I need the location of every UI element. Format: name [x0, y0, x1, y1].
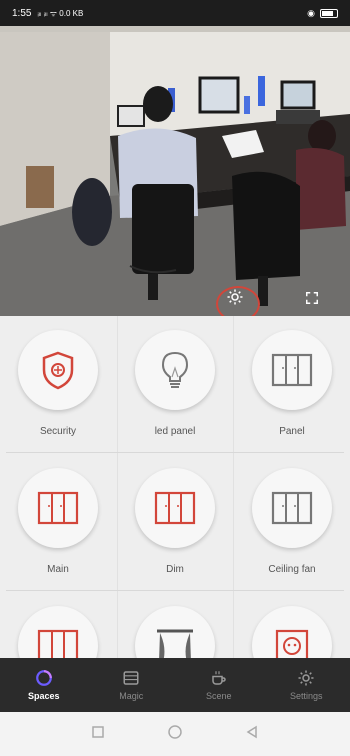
nav-label: Magic — [119, 691, 144, 701]
nav-scene[interactable]: Scene — [175, 658, 263, 712]
fullscreen-icon — [306, 292, 318, 304]
panel-icon — [271, 353, 313, 387]
device-tile-panel[interactable]: Panel — [234, 316, 350, 454]
status-bar: 1:55 ᵢₗₗ ᵢₗₗ ᯤ 0.0 KB ◉ — [0, 0, 350, 26]
device-grid: Security led panel Panel Main Dim Ceilin… — [0, 316, 350, 658]
gear-icon — [227, 289, 243, 305]
device-label: Panel — [279, 426, 305, 437]
device-tile-led-panel[interactable]: led panel — [117, 316, 233, 454]
device-tile-security[interactable]: Security — [0, 316, 116, 454]
nav-label: Settings — [289, 691, 323, 701]
device-tile-dim[interactable]: Dim — [117, 454, 233, 592]
curtain-icon — [157, 629, 193, 658]
nav-settings[interactable]: Settings — [263, 658, 350, 712]
recent-apps-button[interactable] — [91, 725, 105, 744]
status-signal: ᵢₗₗ ᵢₗₗ ᯤ 0.0 KB — [37, 8, 84, 18]
screen: 1:55 ᵢₗₗ ᵢₗₗ ᯤ 0.0 KB ◉ Security led pan… — [0, 0, 350, 756]
panel-icon — [271, 491, 313, 525]
nav-label: Spaces — [27, 691, 60, 701]
bottom-nav: Spaces Magic Scene Settings — [0, 658, 350, 712]
camera-feed[interactable] — [0, 26, 350, 316]
device-circle — [18, 606, 98, 658]
bulb-icon — [161, 351, 189, 388]
device-label: led panel — [154, 426, 196, 437]
panel-icon — [37, 491, 79, 525]
device-tile-7[interactable] — [0, 592, 116, 658]
status-time: 1:55 — [12, 7, 32, 19]
device-tile-ceiling-fan[interactable]: Ceiling fan — [234, 454, 350, 592]
settings-icon — [298, 670, 314, 686]
status-right: ◉ — [307, 8, 338, 19]
device-label: Security — [39, 426, 77, 437]
magic-icon — [123, 671, 139, 685]
square-icon — [92, 725, 104, 738]
nav-label: Scene — [205, 691, 232, 701]
scene-icon — [212, 671, 226, 685]
panel-icon — [154, 491, 196, 525]
device-label: Main — [47, 564, 69, 575]
device-circle — [135, 468, 215, 548]
nav-spaces[interactable]: Spaces — [0, 658, 88, 712]
device-tile-main[interactable]: Main — [0, 454, 116, 592]
device-tile-9[interactable] — [234, 592, 350, 658]
device-circle — [135, 330, 215, 410]
nav-magic[interactable]: Magic — [88, 658, 176, 712]
battery-icon — [320, 8, 338, 18]
device-tile-8[interactable] — [117, 592, 233, 658]
device-circle — [252, 468, 332, 548]
camera-settings-button[interactable] — [222, 284, 248, 310]
device-circle — [135, 606, 215, 658]
home-button[interactable] — [167, 724, 183, 745]
device-circle — [18, 330, 98, 410]
socket-icon — [275, 629, 309, 658]
panel-icon — [37, 629, 79, 658]
shield-icon — [42, 351, 74, 390]
camera-image — [0, 26, 350, 316]
fullscreen-button[interactable] — [300, 286, 324, 310]
device-circle — [252, 606, 332, 658]
back-triangle-icon — [246, 725, 257, 738]
device-circle — [252, 330, 332, 410]
spaces-icon — [35, 670, 52, 686]
system-nav-bar — [0, 712, 350, 756]
back-button[interactable] — [245, 725, 259, 744]
device-label: Dim — [166, 564, 184, 575]
alarm-icon: ◉ — [307, 7, 315, 18]
circle-icon — [168, 724, 182, 739]
device-circle — [18, 468, 98, 548]
device-label: Ceiling fan — [268, 564, 316, 575]
